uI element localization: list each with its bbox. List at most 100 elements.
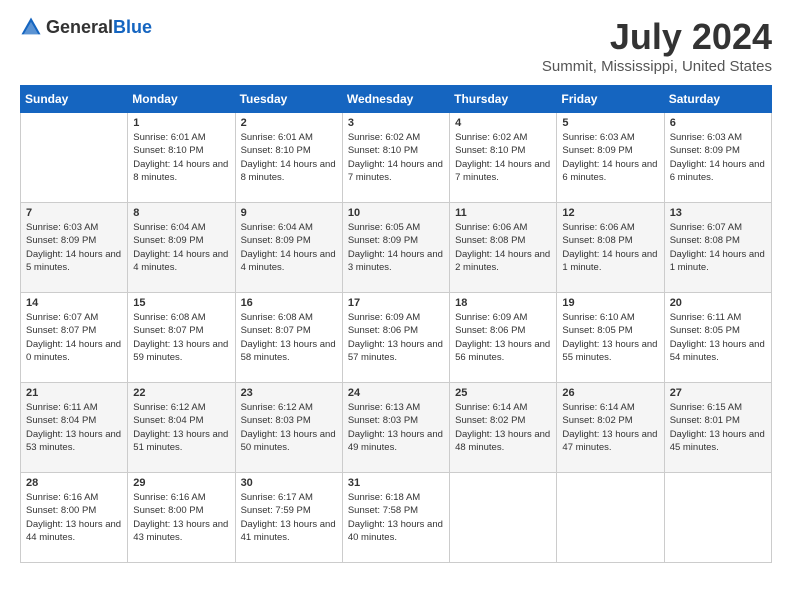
day-number: 9 xyxy=(241,207,337,219)
calendar-cell: 12Sunrise: 6:06 AMSunset: 8:08 PMDayligh… xyxy=(557,203,664,293)
day-number: 4 xyxy=(455,117,551,129)
header-day-friday: Friday xyxy=(557,86,664,113)
day-number: 27 xyxy=(670,387,766,399)
day-number: 25 xyxy=(455,387,551,399)
calendar-cell: 11 Sunrise: 6:06 AMSunset: 8:08 PMDayligh… xyxy=(450,203,557,293)
day-number: 5 xyxy=(562,117,658,129)
day-number: 17 xyxy=(348,297,444,309)
cell-info: Sunrise: 6:16 AMSunset: 8:00 PMDaylight:… xyxy=(26,491,122,544)
logo-general: General xyxy=(46,17,113,37)
calendar-cell: 5 Sunrise: 6:03 AMSunset: 8:09 PMDaylight… xyxy=(557,113,664,203)
calendar-cell: 10 Sunrise: 6:05 AMSunset: 8:09 PMDayligh… xyxy=(342,203,449,293)
cell-info: Sunrise: 6:07 AMSunset: 8:08 PMDaylight:… xyxy=(670,221,766,274)
cell-info: Sunrise: 6:07 AMSunset: 8:07 PMDaylight:… xyxy=(26,311,122,364)
calendar-table: SundayMondayTuesdayWednesdayThursdayFrid… xyxy=(20,85,772,563)
day-number: 6 xyxy=(670,117,766,129)
cell-info: Sunrise: 6:03 AMSunset: 8:09 PMDaylight:… xyxy=(562,131,658,184)
day-number: 23 xyxy=(241,387,337,399)
cell-info: Sunrise: 6:03 AMSunset: 8:09 PMDaylight:… xyxy=(670,131,766,184)
header-day-thursday: Thursday xyxy=(450,86,557,113)
calendar-cell: 21 Sunrise: 6:11 AMSunset: 8:04 PMDayligh… xyxy=(21,383,128,473)
subtitle: Summit, Mississippi, United States xyxy=(542,58,772,75)
day-number: 22 xyxy=(133,387,229,399)
calendar-cell: 25 Sunrise: 6:14 AMSunset: 8:02 PMDayligh… xyxy=(450,383,557,473)
header-day-saturday: Saturday xyxy=(664,86,771,113)
calendar-cell: 6 Sunrise: 6:03 AMSunset: 8:09 PMDaylight… xyxy=(664,113,771,203)
logo-blue: Blue xyxy=(113,17,152,37)
cell-info: Sunrise: 6:14 AMSunset: 8:02 PMDaylight:… xyxy=(455,401,551,454)
calendar-cell: 16 Sunrise: 6:08 AMSunset: 8:07 PMDayligh… xyxy=(235,293,342,383)
day-number: 12 xyxy=(562,207,658,219)
cell-info: Sunrise: 6:09 AMSunset: 8:06 PMDaylight:… xyxy=(455,311,551,364)
cell-info: Sunrise: 6:15 AMSunset: 8:01 PMDaylight:… xyxy=(670,401,766,454)
calendar-cell: 2Sunrise: 6:01 AMSunset: 8:10 PMDaylight… xyxy=(235,113,342,203)
cell-info: Sunrise: 6:09 AMSunset: 8:06 PMDaylight:… xyxy=(348,311,444,364)
cell-info: Sunrise: 6:08 AMSunset: 8:07 PMDaylight:… xyxy=(133,311,229,364)
header-row: SundayMondayTuesdayWednesdayThursdayFrid… xyxy=(21,86,772,113)
cell-info: Sunrise: 6:04 AMSunset: 8:09 PMDaylight:… xyxy=(133,221,229,274)
day-number: 19 xyxy=(562,297,658,309)
day-number: 20 xyxy=(670,297,766,309)
day-number: 10 xyxy=(348,207,444,219)
day-number: 15 xyxy=(133,297,229,309)
week-row-5: 28 Sunrise: 6:16 AMSunset: 8:00 PMDayligh… xyxy=(21,473,772,563)
calendar-cell: 31 Sunrise: 6:18 AMSunset: 7:58 PMDayligh… xyxy=(342,473,449,563)
cell-info: Sunrise: 6:18 AMSunset: 7:58 PMDaylight:… xyxy=(348,491,444,544)
cell-info: Sunrise: 6:05 AMSunset: 8:09 PMDaylight:… xyxy=(348,221,444,274)
calendar-cell xyxy=(664,473,771,563)
calendar-cell xyxy=(557,473,664,563)
calendar-cell: 17 Sunrise: 6:09 AMSunset: 8:06 PMDayligh… xyxy=(342,293,449,383)
cell-info: Sunrise: 6:01 AMSunset: 8:10 PMDaylight:… xyxy=(133,131,229,184)
day-number: 16 xyxy=(241,297,337,309)
cell-info: Sunrise: 6:11 AMSunset: 8:04 PMDaylight:… xyxy=(26,401,122,454)
cell-info: Sunrise: 6:12 AMSunset: 8:03 PMDaylight:… xyxy=(241,401,337,454)
calendar-cell: 14 Sunrise: 6:07 AMSunset: 8:07 PMDayligh… xyxy=(21,293,128,383)
day-number: 7 xyxy=(26,207,122,219)
day-number: 8 xyxy=(133,207,229,219)
calendar-cell: 8 Sunrise: 6:04 AMSunset: 8:09 PMDaylight… xyxy=(128,203,235,293)
header-day-tuesday: Tuesday xyxy=(235,86,342,113)
week-row-3: 14 Sunrise: 6:07 AMSunset: 8:07 PMDayligh… xyxy=(21,293,772,383)
cell-info: Sunrise: 6:02 AMSunset: 8:10 PMDaylight:… xyxy=(348,131,444,184)
day-number: 13 xyxy=(670,207,766,219)
day-number: 28 xyxy=(26,477,122,489)
calendar-cell: 4 Sunrise: 6:02 AMSunset: 8:10 PMDaylight… xyxy=(450,113,557,203)
header: GeneralBlue July 2024 Summit, Mississipp… xyxy=(20,16,772,75)
header-day-monday: Monday xyxy=(128,86,235,113)
calendar-cell xyxy=(21,113,128,203)
title-area: July 2024 Summit, Mississippi, United St… xyxy=(542,16,772,75)
calendar-cell: 9Sunrise: 6:04 AMSunset: 8:09 PMDaylight… xyxy=(235,203,342,293)
day-number: 11 xyxy=(455,207,551,219)
day-number: 29 xyxy=(133,477,229,489)
calendar-cell: 13 Sunrise: 6:07 AMSunset: 8:08 PMDayligh… xyxy=(664,203,771,293)
calendar-cell: 15 Sunrise: 6:08 AMSunset: 8:07 PMDayligh… xyxy=(128,293,235,383)
header-day-sunday: Sunday xyxy=(21,86,128,113)
day-number: 21 xyxy=(26,387,122,399)
day-number: 14 xyxy=(26,297,122,309)
calendar-cell: 30 Sunrise: 6:17 AMSunset: 7:59 PMDayligh… xyxy=(235,473,342,563)
day-number: 18 xyxy=(455,297,551,309)
logo-icon xyxy=(20,16,42,38)
cell-info: Sunrise: 6:03 AMSunset: 8:09 PMDaylight:… xyxy=(26,221,122,274)
calendar-cell: 23 Sunrise: 6:12 AMSunset: 8:03 PMDayligh… xyxy=(235,383,342,473)
day-number: 3 xyxy=(348,117,444,129)
week-row-2: 7 Sunrise: 6:03 AMSunset: 8:09 PMDaylight… xyxy=(21,203,772,293)
cell-info: Sunrise: 6:11 AMSunset: 8:05 PMDaylight:… xyxy=(670,311,766,364)
calendar-cell: 7 Sunrise: 6:03 AMSunset: 8:09 PMDaylight… xyxy=(21,203,128,293)
day-number: 31 xyxy=(348,477,444,489)
calendar-cell: 28 Sunrise: 6:16 AMSunset: 8:00 PMDayligh… xyxy=(21,473,128,563)
calendar-cell: 27 Sunrise: 6:15 AMSunset: 8:01 PMDayligh… xyxy=(664,383,771,473)
main-title: July 2024 xyxy=(542,16,772,58)
cell-info: Sunrise: 6:06 AMSunset: 8:08 PMDaylight:… xyxy=(455,221,551,274)
cell-info: Sunrise: 6:02 AMSunset: 8:10 PMDaylight:… xyxy=(455,131,551,184)
cell-info: Sunrise: 6:08 AMSunset: 8:07 PMDaylight:… xyxy=(241,311,337,364)
cell-info: Sunrise: 6:14 AMSunset: 8:02 PMDaylight:… xyxy=(562,401,658,454)
calendar-cell: 22Sunrise: 6:12 AMSunset: 8:04 PMDayligh… xyxy=(128,383,235,473)
day-number: 2 xyxy=(241,117,337,129)
calendar-cell: 1Sunrise: 6:01 AMSunset: 8:10 PMDaylight… xyxy=(128,113,235,203)
week-row-4: 21 Sunrise: 6:11 AMSunset: 8:04 PMDayligh… xyxy=(21,383,772,473)
calendar-cell: 24Sunrise: 6:13 AMSunset: 8:03 PMDayligh… xyxy=(342,383,449,473)
cell-info: Sunrise: 6:17 AMSunset: 7:59 PMDaylight:… xyxy=(241,491,337,544)
day-number: 30 xyxy=(241,477,337,489)
calendar-cell: 18 Sunrise: 6:09 AMSunset: 8:06 PMDayligh… xyxy=(450,293,557,383)
